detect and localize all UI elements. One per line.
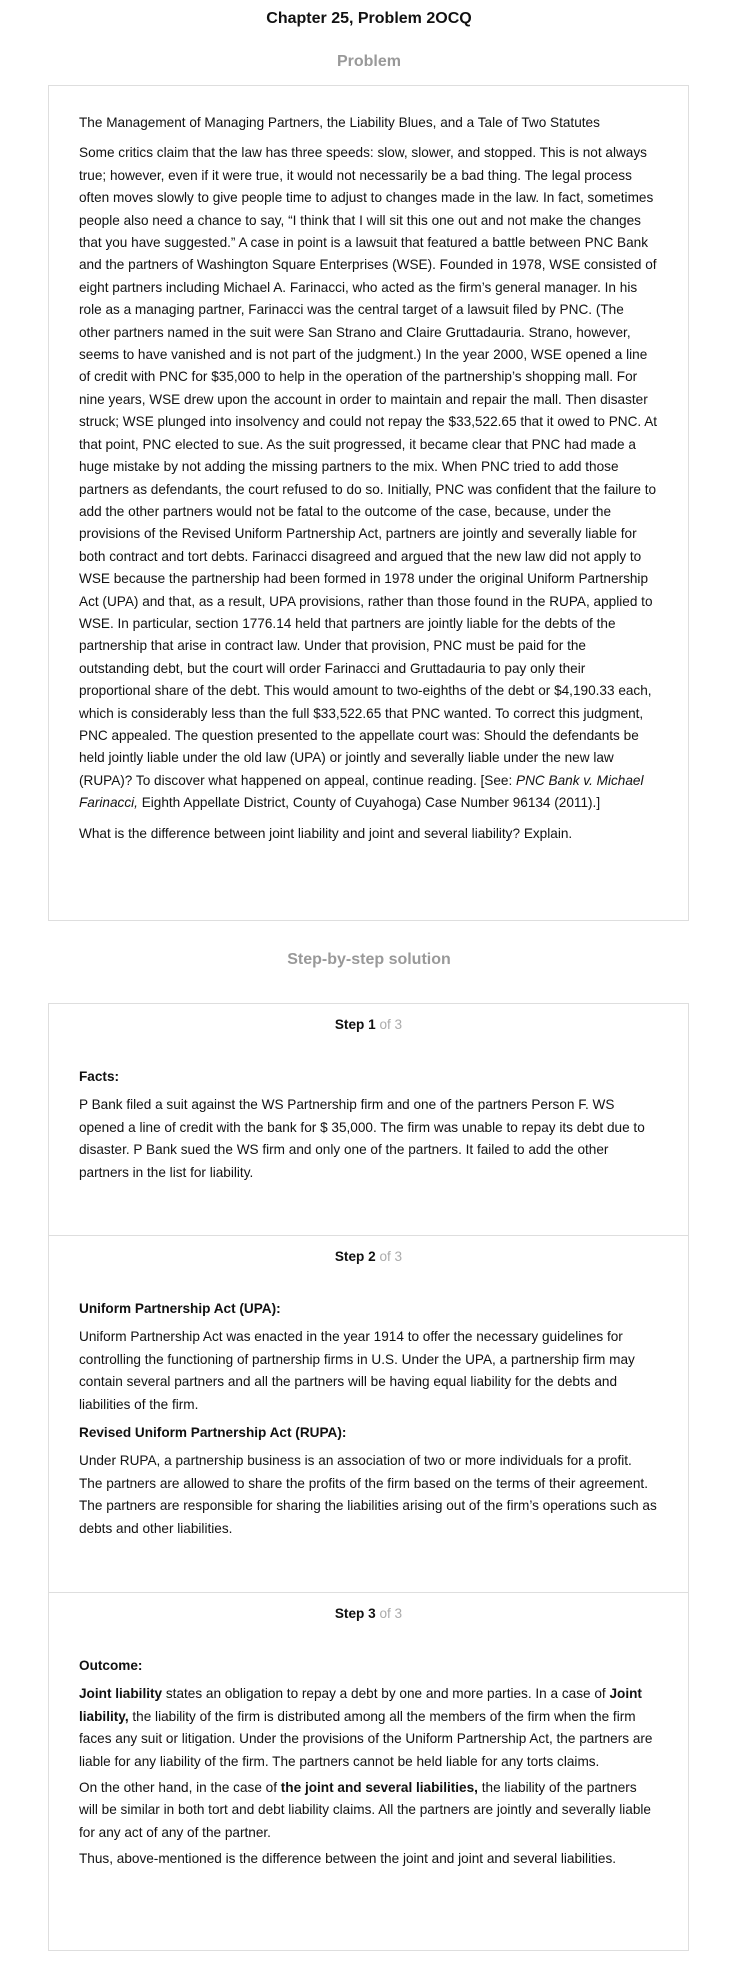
step-1-number: Step 1 (334, 1017, 376, 1032)
step-1-heading: Facts: (79, 1069, 120, 1084)
step-1-text: P Bank filed a suit against the WS Partn… (79, 1097, 645, 1180)
problem-title: The Management of Managing Partners, the… (79, 115, 600, 130)
page: Chapter 25, Problem 2OCQ Problem The Man… (0, 0, 738, 1975)
solution-steps: Step 1 of 3 Facts: P Bank filed a suit a… (48, 1003, 689, 1951)
step-1: Step 1 of 3 Facts: P Bank filed a suit a… (49, 1004, 688, 1235)
step-3-paragraph-2: On the other hand, in the case of the jo… (79, 1777, 658, 1844)
step-1-total: of 3 (379, 1017, 403, 1032)
step-2-total: of 3 (379, 1249, 403, 1264)
step-2: Step 2 of 3 Uniform Partnership Act (UPA… (49, 1235, 688, 1592)
step-3-heading: Outcome: (79, 1658, 143, 1673)
step-2-heading-upa: Uniform Partnership Act (UPA): (79, 1301, 281, 1316)
step-2-text-rupa: Under RUPA, a partnership business is an… (79, 1453, 657, 1536)
step-3-p1-text-b: the liability of the firm is distributed… (79, 1708, 653, 1769)
problem-body-text: Some critics claim that the law has thre… (79, 145, 658, 788)
step-3-total: of 3 (379, 1606, 403, 1621)
step-3-paragraph-1: Joint liability states an obligation to … (79, 1683, 658, 1773)
joint-several-term: the joint and several liabilities, (280, 1780, 478, 1796)
joint-liability-term: Joint liability (79, 1686, 163, 1702)
step-2-number: Step 2 (334, 1249, 376, 1264)
problem-question: What is the difference between joint lia… (79, 825, 573, 841)
problem-heading: Problem (336, 53, 401, 70)
solution-heading: Step-by-step solution (287, 951, 451, 968)
page-title: Chapter 25, Problem 2OCQ (266, 10, 472, 27)
step-3-number: Step 3 (334, 1606, 376, 1621)
problem-card: The Management of Managing Partners, the… (48, 85, 689, 921)
step-3-label: Step 3 of 3 (49, 1606, 688, 1621)
case-citation: Eighth Appellate District, County of Cuy… (137, 795, 601, 811)
step-3-paragraph-3: Thus, above-mentioned is the difference … (79, 1851, 617, 1867)
step-2-label: Step 2 of 3 (49, 1249, 688, 1264)
step-3-p2-text-a: On the other hand, in the case of (79, 1780, 281, 1796)
step-2-text-upa: Uniform Partnership Act was enacted in t… (79, 1329, 635, 1412)
step-3: Step 3 of 3 Outcome: Joint liability sta… (49, 1592, 688, 1950)
step-2-heading-rupa: Revised Uniform Partnership Act (RUPA): (79, 1425, 347, 1441)
problem-body: Some critics claim that the law has thre… (79, 142, 658, 814)
step-3-p1-text-a: states an obligation to repay a debt by … (162, 1686, 610, 1702)
step-1-label: Step 1 of 3 (49, 1017, 688, 1032)
